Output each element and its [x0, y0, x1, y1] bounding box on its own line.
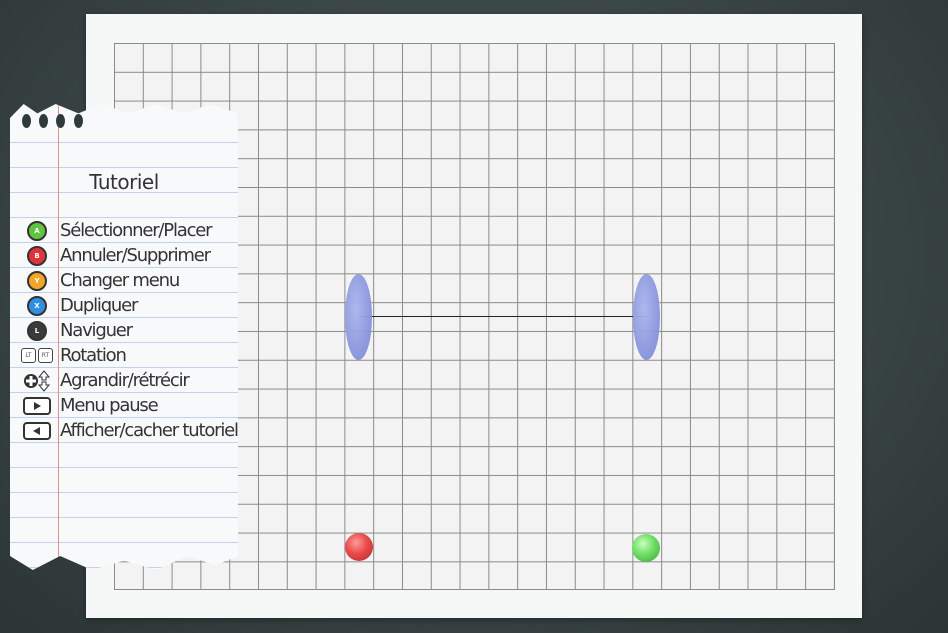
x-button-icon: X: [27, 295, 47, 316]
trigger-buttons-icon: LT RT: [18, 348, 56, 363]
tutorial-item-label: Afficher/cacher tutoriel: [60, 420, 238, 441]
tutorial-item-rotation: LT RT Rotation: [18, 343, 127, 368]
tutorial-item-label: Agrandir/rétrécir: [60, 370, 190, 391]
dpad-updown-icon: [18, 369, 56, 392]
tutorial-title: Tutoriel: [89, 170, 159, 194]
paddle-left[interactable]: [345, 274, 372, 360]
tutorial-item-change-menu: Y Changer menu: [18, 268, 180, 293]
tutorial-item-label: Rotation: [60, 345, 127, 366]
b-button-icon: B: [27, 245, 47, 266]
a-button-icon: A: [27, 220, 47, 241]
back-button-icon: [23, 421, 51, 440]
tutorial-item-navigate: L Naviguer: [18, 318, 133, 343]
binder-hole: [56, 114, 65, 128]
binder-hole: [22, 114, 31, 128]
green-ball[interactable]: [632, 534, 660, 562]
tutorial-item-cancel: B Annuler/Supprimer: [18, 243, 211, 268]
tutorial-item-label: Sélectionner/Placer: [60, 220, 213, 241]
binder-hole: [39, 114, 48, 128]
red-ball[interactable]: [345, 533, 373, 561]
tutorial-item-label: Menu pause: [60, 395, 159, 416]
tutorial-item-label: Changer menu: [60, 270, 180, 291]
connection-line: [359, 316, 646, 317]
left-stick-icon: L: [27, 320, 47, 341]
paddle-right[interactable]: [633, 274, 660, 360]
start-button-icon: [23, 396, 51, 415]
tutorial-item-select: A Sélectionner/Placer: [18, 218, 213, 243]
tutorial-item-label: Dupliquer: [60, 295, 138, 316]
binder-hole: [74, 114, 83, 128]
tutorial-panel: Tutoriel A Sélectionner/Placer B Annuler…: [10, 104, 238, 570]
tutorial-item-label: Naviguer: [60, 320, 133, 341]
y-button-icon: Y: [27, 270, 47, 291]
tutorial-item-toggle-tutorial: Afficher/cacher tutoriel: [18, 418, 238, 443]
tutorial-item-resize: Agrandir/rétrécir: [18, 368, 190, 393]
tutorial-item-label: Annuler/Supprimer: [60, 245, 211, 266]
tutorial-item-pause: Menu pause: [18, 393, 159, 418]
tutorial-item-duplicate: X Dupliquer: [18, 293, 138, 318]
